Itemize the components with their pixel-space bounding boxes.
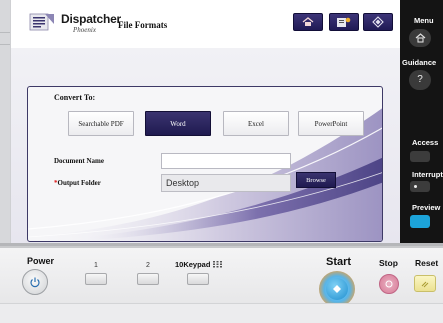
start-button[interactable]: [319, 271, 355, 307]
browse-button[interactable]: Browse: [296, 172, 336, 188]
format-powerpoint-button[interactable]: PowerPoint: [298, 111, 364, 136]
reset-button[interactable]: [414, 275, 436, 292]
brand-name: Dispatcher: [61, 12, 122, 26]
file-format-panel: Convert To: Searchable PDF Word Excel Po…: [27, 86, 383, 242]
output-folder-label-group: *Output Folder: [54, 179, 101, 187]
home-icon: [415, 33, 425, 43]
home-icon: [302, 17, 314, 26]
output-folder-label: Output Folder: [57, 179, 101, 187]
left-edge: [0, 0, 10, 243]
key-2-label: 2: [146, 262, 150, 269]
key-1-label: 1: [94, 262, 98, 269]
preview-button[interactable]: [410, 215, 430, 228]
key-2-button[interactable]: [137, 273, 159, 285]
stop-label: Stop: [379, 258, 398, 268]
document-name-label: Document Name: [54, 157, 104, 165]
interrupt-label: Interrupt: [412, 170, 443, 179]
page-title: File Formats: [118, 20, 168, 30]
access-label: Access: [412, 138, 439, 147]
menu-button[interactable]: [409, 29, 431, 47]
key-1-button[interactable]: [85, 273, 107, 285]
start-job-button[interactable]: [363, 13, 393, 31]
guidance-label: Guidance: [402, 58, 437, 67]
reset-icon: [421, 281, 429, 287]
document-name-input[interactable]: [161, 153, 291, 169]
power-button[interactable]: [22, 269, 48, 295]
output-folder-field[interactable]: Desktop: [161, 174, 291, 192]
question-icon: ?: [417, 74, 423, 85]
power-icon: [30, 277, 40, 288]
home-button[interactable]: [293, 13, 323, 31]
stop-button[interactable]: [379, 274, 399, 294]
power-label: Power: [27, 256, 55, 266]
format-searchable-pdf-button[interactable]: Searchable PDF: [68, 111, 134, 136]
format-word-button[interactable]: Word: [145, 111, 211, 136]
access-button[interactable]: [410, 151, 430, 162]
content-area: Convert To: Searchable PDF Word Excel Po…: [11, 48, 400, 243]
divider: [0, 44, 10, 45]
touch-screen: Dispatcher Phoenix File Formats Convert …: [10, 0, 400, 243]
dispatcher-logo-icon: [29, 13, 54, 31]
diamond-icon: [333, 285, 341, 293]
app-header: Dispatcher Phoenix File Formats: [11, 0, 400, 48]
scan-settings-button[interactable]: [329, 13, 359, 31]
reset-label: Reset: [415, 258, 439, 268]
lower-panel-strip: [0, 303, 443, 323]
right-sidebar: Menu Guidance ? Access Interrupt Preview: [400, 0, 443, 243]
keypad-label: 10Keypad: [175, 260, 211, 269]
guidance-button[interactable]: ?: [409, 70, 431, 90]
printer-device: Dispatcher Phoenix File Formats Convert …: [0, 0, 443, 323]
stop-icon: [385, 280, 393, 288]
preview-label: Preview: [412, 203, 441, 212]
divider: [0, 32, 10, 33]
start-button-face: [326, 278, 348, 300]
convert-to-label: Convert To:: [54, 93, 96, 102]
format-excel-button[interactable]: Excel: [223, 111, 289, 136]
keypad-label-group: 10Keypad: [175, 260, 223, 269]
scan-settings-icon: [337, 17, 351, 27]
keypad-button[interactable]: [187, 273, 209, 285]
brand-subtitle: Phoenix: [73, 26, 96, 34]
indicator-dot-icon: [414, 185, 417, 188]
diamond-icon: [372, 16, 384, 28]
interrupt-button[interactable]: [410, 181, 430, 192]
keypad-grid-icon: [213, 260, 223, 267]
control-panel: Power 1 2 10Keypad Start Stop Reset: [0, 246, 443, 323]
menu-label: Menu: [414, 16, 434, 25]
start-label: Start: [326, 256, 352, 268]
